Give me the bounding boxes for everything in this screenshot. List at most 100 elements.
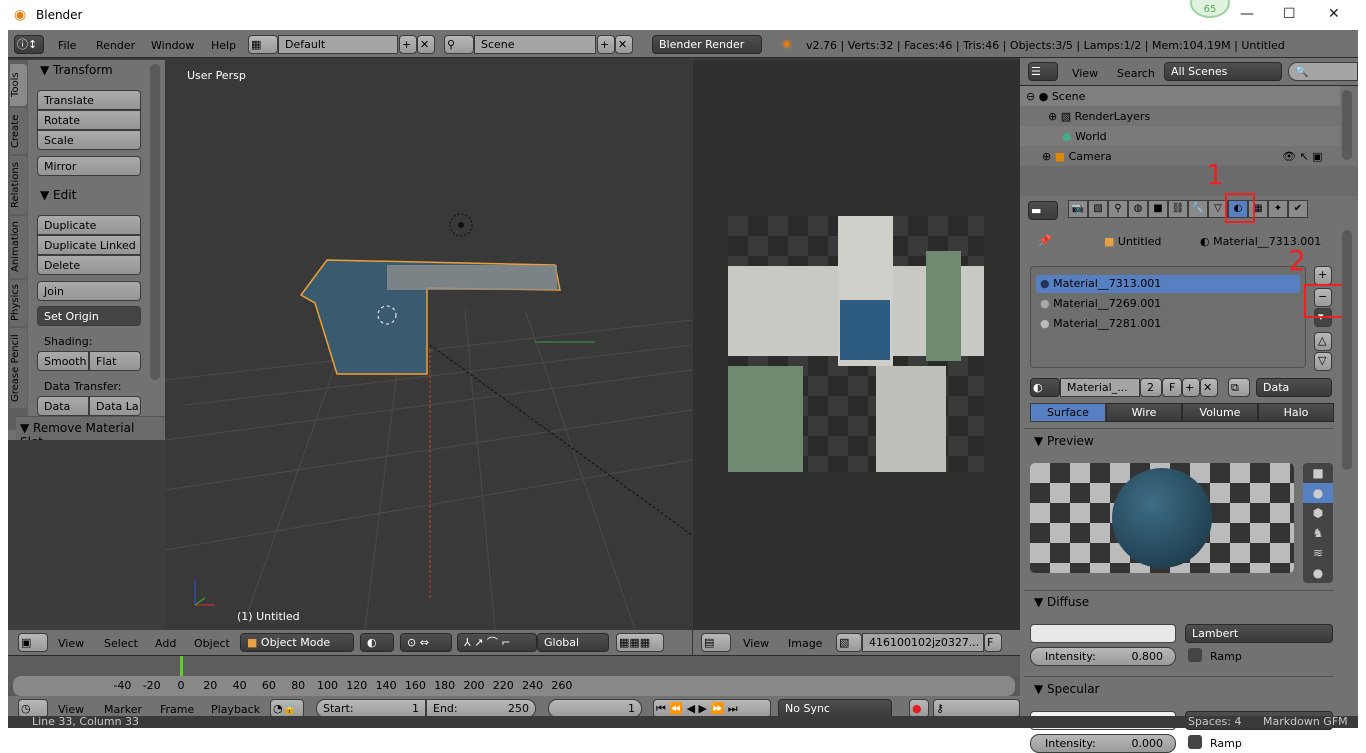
join-button[interactable]: Join bbox=[37, 281, 141, 301]
image-name-field[interactable]: 416100102jz0327... bbox=[862, 633, 984, 652]
image-editor-type-icon[interactable]: ▤ bbox=[701, 633, 731, 652]
translate-button[interactable]: Translate bbox=[37, 90, 141, 110]
delete-scene-icon[interactable]: ✕ bbox=[615, 35, 633, 54]
menu-frame[interactable]: Frame bbox=[160, 703, 194, 716]
manipulator-icons[interactable]: ⅄ ↗ ⌒ ⌐ bbox=[457, 633, 537, 652]
render-engine-select[interactable]: Blender Render bbox=[652, 35, 762, 54]
screen-layout-icon[interactable]: ▦ bbox=[248, 35, 278, 54]
material-slot-item[interactable]: ● Material__7313.001 bbox=[1036, 275, 1300, 293]
menu-view[interactable]: View bbox=[1072, 67, 1098, 80]
set-origin-select[interactable]: Set Origin bbox=[37, 306, 141, 326]
tab-relations[interactable]: Relations bbox=[10, 156, 27, 214]
menu-select[interactable]: Select bbox=[104, 637, 138, 650]
properties-tab-camera-icon[interactable]: 📷 bbox=[1068, 200, 1088, 218]
outliner-item-scene[interactable]: ⊖ ● Scene bbox=[1020, 86, 1340, 106]
duplicate-linked-button[interactable]: Duplicate Linked bbox=[37, 235, 141, 255]
menu-view[interactable]: View bbox=[58, 637, 84, 650]
orientation-select[interactable]: Global bbox=[537, 633, 609, 652]
add-screen-icon[interactable]: + bbox=[399, 35, 417, 54]
tab-volume[interactable]: Volume bbox=[1182, 403, 1258, 422]
properties-type-icon[interactable]: ▬ bbox=[1028, 201, 1058, 220]
uv-image-editor[interactable] bbox=[693, 60, 1020, 630]
data-transfer-button[interactable]: Data bbox=[37, 396, 89, 416]
add-scene-icon[interactable]: + bbox=[597, 35, 615, 54]
diffuse-shader-select[interactable]: Lambert bbox=[1185, 624, 1333, 643]
material-link-icon[interactable]: ⧉ bbox=[1228, 378, 1250, 397]
menu-playback[interactable]: Playback bbox=[211, 703, 260, 716]
screen-layout-field[interactable]: Default bbox=[278, 35, 398, 54]
outliner-item-world[interactable]: ● World bbox=[1020, 126, 1340, 146]
properties-tab-object-icon[interactable]: ■ bbox=[1148, 200, 1168, 218]
outliner-search-input[interactable]: 🔍 bbox=[1288, 62, 1358, 81]
delete-screen-icon[interactable]: ✕ bbox=[417, 35, 435, 54]
properties-tab-modifiers-icon[interactable]: 🔧 bbox=[1188, 200, 1208, 218]
mode-select[interactable]: ■ Object Mode bbox=[240, 633, 354, 652]
diffuse-panel-header[interactable]: ▼ Diffuse bbox=[1034, 595, 1089, 609]
menu-object[interactable]: Object bbox=[194, 637, 230, 650]
data-layers-button[interactable]: Data La bbox=[89, 396, 141, 416]
layers-grid[interactable]: ▦▦▦ bbox=[616, 633, 664, 652]
move-slot-down-button[interactable]: ▽ bbox=[1314, 352, 1332, 371]
duplicate-button[interactable]: Duplicate bbox=[37, 215, 141, 235]
properties-tab-particles-icon[interactable]: ✦ bbox=[1268, 200, 1288, 218]
maximize-button[interactable]: ☐ bbox=[1283, 6, 1296, 22]
diffuse-intensity-slider[interactable]: Intensity: 0.800 bbox=[1030, 647, 1176, 666]
outliner-item-renderlayers[interactable]: ⊕ ▧ RenderLayers bbox=[1020, 106, 1340, 126]
preview-type-buttons[interactable]: ■ ● ⬢ ♞ ≋ ● bbox=[1303, 463, 1333, 583]
fake-user-button[interactable]: F bbox=[984, 633, 1002, 652]
tab-tools[interactable]: Tools bbox=[10, 64, 27, 106]
properties-tab-scene-icon[interactable]: ⚲ bbox=[1108, 200, 1128, 218]
menu-help[interactable]: Help bbox=[211, 39, 236, 52]
menu-file[interactable]: File bbox=[58, 39, 76, 52]
smooth-button[interactable]: Smooth bbox=[37, 351, 89, 371]
outliner-filter-select[interactable]: All Scenes bbox=[1164, 62, 1282, 81]
properties-tab-world-icon[interactable]: ◍ bbox=[1128, 200, 1148, 218]
minimize-button[interactable]: — bbox=[1240, 6, 1254, 22]
scene-field[interactable]: Scene bbox=[474, 35, 596, 54]
pivot-point-icon[interactable]: ⊙ ⇔ bbox=[400, 633, 452, 652]
tab-surface[interactable]: Surface bbox=[1030, 403, 1106, 422]
preview-panel-header[interactable]: ▼ Preview bbox=[1034, 434, 1094, 448]
menu-render[interactable]: Render bbox=[96, 39, 135, 52]
info-editor-type-icon[interactable]: ⓘ↕ bbox=[14, 35, 44, 54]
current-frame-marker[interactable] bbox=[180, 656, 183, 676]
transform-panel-header[interactable]: ▼ Transform bbox=[40, 63, 113, 77]
edit-panel-header[interactable]: ▼ Edit bbox=[40, 188, 76, 202]
add-material-slot-button[interactable]: + bbox=[1314, 266, 1332, 285]
specular-ramp-checkbox[interactable] bbox=[1188, 735, 1202, 749]
delete-button[interactable]: Delete bbox=[37, 255, 141, 275]
timeline-ruler[interactable]: -40 -20 0 20 40 60 80 100 120 140 160 180 200 220 240 2… bbox=[13, 676, 1015, 696]
scene-icon[interactable]: ⚲ bbox=[444, 35, 474, 54]
menu-search[interactable]: Search bbox=[1117, 67, 1155, 80]
new-material-button[interactable]: + bbox=[1182, 378, 1200, 397]
flat-button[interactable]: Flat bbox=[89, 351, 141, 371]
material-fake-user-button[interactable]: F bbox=[1162, 378, 1182, 397]
material-link-select[interactable]: Data bbox=[1256, 378, 1332, 397]
properties-tab-physics-icon[interactable]: ✔ bbox=[1288, 200, 1308, 218]
menu-view[interactable]: View bbox=[743, 637, 769, 650]
mirror-button[interactable]: Mirror bbox=[37, 156, 141, 176]
menu-image[interactable]: Image bbox=[788, 637, 822, 650]
outliner-scrollbar[interactable] bbox=[1342, 90, 1352, 160]
tab-animation[interactable]: Animation bbox=[10, 216, 27, 278]
material-name-field[interactable]: Material_... bbox=[1060, 378, 1140, 397]
editor-type-icon[interactable]: ▣ bbox=[18, 633, 48, 652]
timeline[interactable]: -40 -20 0 20 40 60 80 100 120 140 160 180 200 220 240 2… bbox=[8, 656, 1020, 696]
tab-create[interactable]: Create bbox=[10, 108, 27, 154]
diffuse-color-swatch[interactable] bbox=[1030, 624, 1176, 643]
pin-icon[interactable]: 📌 bbox=[1038, 234, 1052, 247]
image-browse-icon[interactable]: ▧ bbox=[836, 633, 862, 652]
menu-window[interactable]: Window bbox=[151, 39, 194, 52]
tab-halo[interactable]: Halo bbox=[1258, 403, 1334, 422]
properties-scrollbar[interactable] bbox=[1342, 230, 1352, 470]
tool-shelf-scrollbar[interactable] bbox=[150, 64, 160, 380]
scale-button[interactable]: Scale bbox=[37, 130, 141, 150]
tab-physics[interactable]: Physics bbox=[10, 280, 27, 326]
material-browse-icon[interactable]: ◐ bbox=[1030, 378, 1060, 397]
operator-panel-header[interactable]: ▼ Remove Material Slot bbox=[16, 416, 165, 449]
close-button[interactable]: ✕ bbox=[1328, 6, 1340, 22]
material-users-button[interactable]: 2 bbox=[1140, 378, 1162, 397]
material-slot-item[interactable]: ● Material__7281.001 bbox=[1036, 315, 1165, 332]
unlink-material-button[interactable]: ✕ bbox=[1200, 378, 1218, 397]
specular-intensity-slider[interactable]: Intensity: 0.000 bbox=[1030, 734, 1176, 753]
